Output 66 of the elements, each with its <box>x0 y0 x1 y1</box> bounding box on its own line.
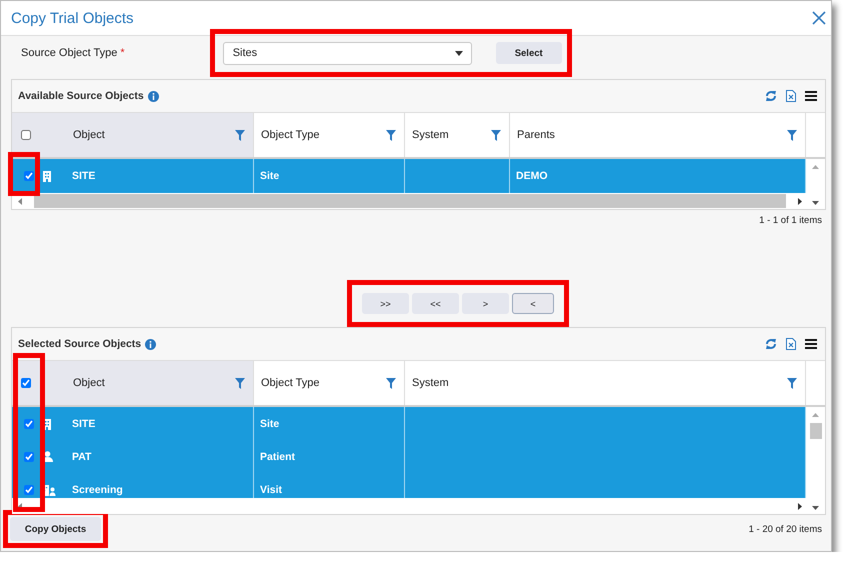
menu-icon[interactable] <box>805 339 817 349</box>
spreadsheet-icon[interactable] <box>786 338 796 350</box>
checkbox[interactable] <box>24 452 34 462</box>
pager-text: 1 - 20 of 20 items <box>748 524 822 534</box>
checkbox[interactable] <box>24 171 34 181</box>
column-header[interactable]: System <box>412 129 449 141</box>
column-header[interactable]: Object Type <box>261 129 320 141</box>
move-button[interactable]: << <box>412 293 459 314</box>
info-icon <box>145 338 156 350</box>
filter-icon[interactable] <box>386 130 396 140</box>
pager-text: 1 - 1 of 1 items <box>759 214 822 226</box>
building-icon <box>42 170 52 182</box>
checkbox[interactable] <box>21 130 31 140</box>
table-cell: SITE <box>72 170 96 182</box>
filter-icon[interactable] <box>491 130 501 140</box>
dropdown-field[interactable]: Sites <box>222 42 472 64</box>
refresh-icon[interactable] <box>765 90 777 102</box>
building-person-icon <box>42 484 56 496</box>
filter-icon[interactable] <box>235 130 245 140</box>
spreadsheet-icon[interactable] <box>786 90 796 102</box>
refresh-icon[interactable] <box>765 338 777 350</box>
table-cell: SITE <box>72 418 96 430</box>
scroll-right-icon <box>798 502 802 510</box>
person-icon <box>42 451 53 462</box>
table-cell: Patient <box>260 450 296 462</box>
filter-icon[interactable] <box>235 378 245 388</box>
scroll-right-icon <box>798 198 802 204</box>
field-label: Source Object Type <box>20 47 118 59</box>
table-cell: Site <box>260 418 280 430</box>
checkbox[interactable] <box>24 418 34 428</box>
column-header[interactable]: Parents <box>517 129 555 141</box>
column-header[interactable]: Object <box>73 377 105 389</box>
scrollbar-thumb[interactable] <box>34 194 786 208</box>
scroll-up-icon <box>812 165 819 169</box>
close-icon[interactable] <box>812 11 826 25</box>
scroll-up-icon <box>812 413 819 417</box>
caret-icon <box>454 50 463 56</box>
scroll-left-icon <box>18 502 22 510</box>
select-button[interactable]: Select <box>496 42 562 64</box>
grid-title: Selected Source Objects <box>18 338 142 350</box>
scrollbar-thumb[interactable] <box>810 423 822 439</box>
table-cell: Site <box>260 170 280 182</box>
info-icon <box>148 90 159 102</box>
column-header[interactable]: Object <box>73 129 105 141</box>
table-cell: DEMO <box>516 170 548 182</box>
move-button[interactable]: > <box>462 293 509 314</box>
table-cell: Visit <box>260 484 282 496</box>
scroll-down-icon <box>812 201 819 205</box>
table-cell: PAT <box>72 450 92 462</box>
filter-icon[interactable] <box>386 378 396 388</box>
move-button[interactable]: < <box>512 293 554 314</box>
filter-icon[interactable] <box>787 378 797 388</box>
scroll-down-icon <box>812 506 819 510</box>
checkbox[interactable] <box>24 484 34 494</box>
filter-icon[interactable] <box>787 130 797 140</box>
required-mark: * <box>120 47 125 59</box>
column-header[interactable]: System <box>412 377 449 389</box>
copy-objects-button[interactable]: Copy Objects <box>10 517 101 541</box>
grid-title: Available Source Objects <box>18 90 144 102</box>
scroll-left-icon <box>18 198 22 204</box>
menu-icon[interactable] <box>805 91 817 101</box>
window-title: Copy Trial Objects <box>11 10 135 26</box>
checkbox[interactable] <box>21 378 31 388</box>
move-button[interactable]: >> <box>362 293 409 314</box>
table-cell: Screening <box>72 484 123 496</box>
column-header[interactable]: Object Type <box>261 377 320 389</box>
